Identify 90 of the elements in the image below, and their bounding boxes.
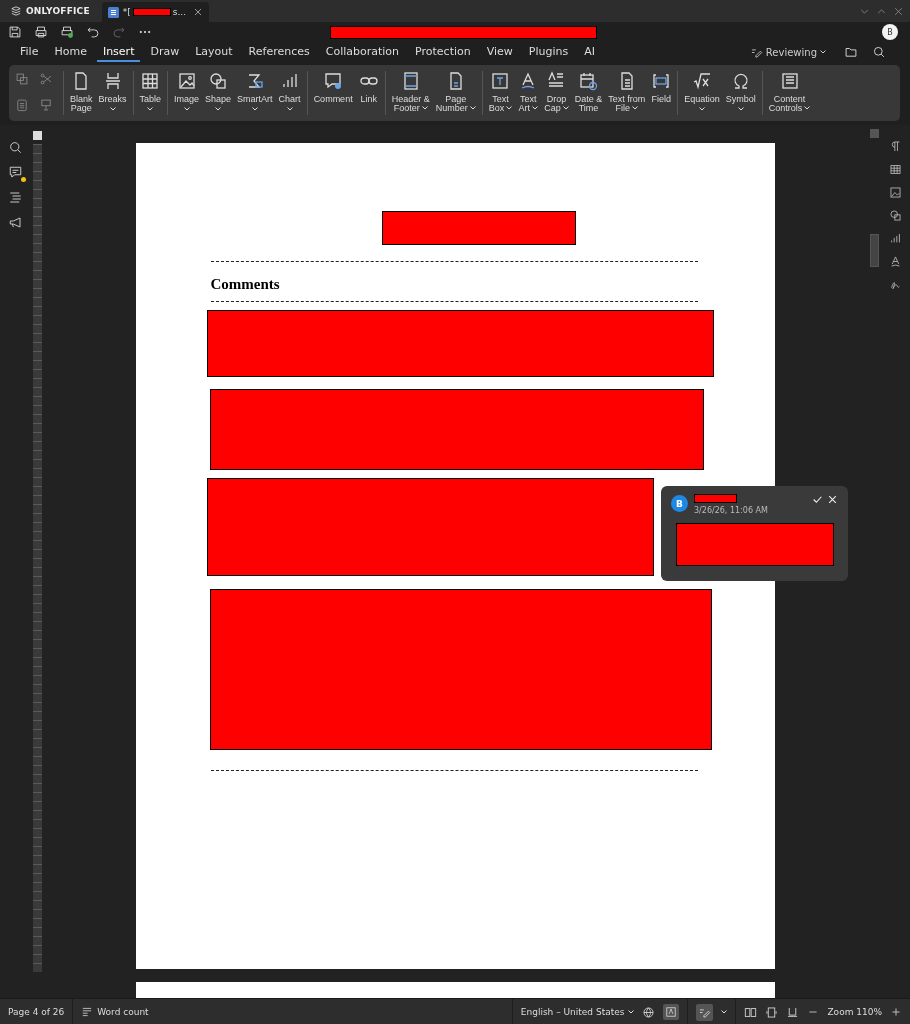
section-heading: Comments: [210, 276, 281, 293]
list-icon: [81, 1006, 94, 1018]
image-icon: [176, 71, 197, 91]
comment-avatar: B: [671, 495, 688, 512]
ribbon-button[interactable]: Comment: [310, 71, 356, 115]
table-icon: [888, 163, 902, 176]
clipboard-icon: [15, 98, 29, 112]
layers-icon: [10, 5, 22, 17]
ribbon-button[interactable]: Symbol: [722, 71, 759, 115]
close-icon: [827, 494, 838, 505]
ribbon-button[interactable]: Table: [136, 71, 165, 115]
ribbon-button[interactable]: Content Controls: [765, 71, 814, 115]
language-dropdown[interactable]: English – United States: [520, 1007, 635, 1017]
print-icon: [34, 25, 48, 39]
text-art-icon: [888, 255, 902, 268]
megaphone-icon: [7, 215, 23, 230]
menu-tab[interactable]: Plugins: [522, 42, 575, 62]
text-box-icon: [490, 71, 511, 91]
app-logo: ONLYOFFICE: [0, 0, 102, 22]
ribbon-button[interactable]: Drop Cap: [541, 71, 572, 115]
caret-icon: [820, 50, 826, 54]
scroll-up-button[interactable]: [869, 129, 879, 138]
ribbon-button[interactable]: Text from File: [605, 71, 649, 115]
content-controls-icon: [779, 71, 800, 91]
caret-icon: [628, 1010, 635, 1014]
caret-icon: [721, 1010, 728, 1014]
field-icon: [651, 71, 672, 91]
menu-tab[interactable]: View: [480, 42, 519, 62]
calendar-clock-icon: [578, 71, 599, 91]
user-avatar[interactable]: B: [882, 24, 898, 40]
comment-date: 3/26/26, 11:06 AM: [694, 506, 768, 515]
ribbon-button[interactable]: Breaks: [95, 71, 130, 115]
ribbon-button[interactable]: Text Box: [485, 71, 516, 115]
fit-page-icon: [765, 1005, 779, 1019]
ribbon-button[interactable]: Image: [171, 71, 203, 115]
close-button[interactable]: [827, 494, 838, 505]
folder-icon: [844, 45, 858, 59]
fit-width-icon: [786, 1005, 800, 1019]
ribbon-button[interactable]: Link: [355, 71, 382, 115]
globe-icon: [642, 1005, 656, 1019]
document-icon: [107, 6, 119, 18]
redaction-box: [694, 494, 737, 503]
menu-tab[interactable]: Home: [48, 42, 93, 62]
format-painter-icon: [39, 98, 53, 112]
image-icon: [888, 186, 902, 199]
page-indicator: Page 4 of 26: [8, 1007, 65, 1017]
menu-tab[interactable]: AI: [578, 42, 601, 62]
headings-icon: [7, 190, 23, 205]
table-icon: [140, 71, 161, 91]
reviewing-dropdown[interactable]: Reviewing: [749, 45, 826, 59]
spellcheck-icon: [665, 1006, 678, 1018]
menu-tab[interactable]: Draw: [144, 42, 186, 62]
undo-icon: [86, 25, 100, 39]
menu-tab[interactable]: Layout: [189, 42, 239, 62]
save-icon: [8, 25, 22, 39]
shape-icon: [208, 71, 229, 91]
search-icon: [872, 45, 886, 59]
ribbon-button[interactable]: SmartArt: [234, 71, 276, 115]
check-icon: [812, 494, 823, 505]
search-icon: [7, 140, 23, 155]
comment-icon: [323, 71, 344, 91]
zoom-level: Zoom 110%: [827, 1007, 882, 1017]
ribbon-button[interactable]: Date & Time: [571, 71, 606, 115]
quick-print-icon: [60, 25, 74, 39]
resolve-button[interactable]: [812, 494, 823, 505]
close-icon: [893, 5, 904, 17]
scissors-icon: [39, 72, 53, 86]
ribbon-button[interactable]: Shape: [202, 71, 235, 115]
square-root-icon: [692, 71, 712, 91]
ribbon-button[interactable]: Header & Footer: [388, 71, 433, 115]
close-icon: [192, 7, 203, 17]
word-count-button[interactable]: Word count: [81, 1006, 149, 1018]
multi-page-icon: [744, 1005, 758, 1019]
ribbon-button[interactable]: Text Art: [515, 71, 542, 115]
bar-chart-icon: [888, 232, 902, 245]
ribbon-button[interactable]: Field: [648, 71, 675, 115]
ribbon-button[interactable]: Blank Page: [67, 71, 96, 115]
ribbon-button[interactable]: Chart: [275, 71, 304, 115]
menu-tab[interactable]: Collaboration: [319, 42, 406, 62]
menu-tab[interactable]: Protection: [409, 42, 477, 62]
zoom-in-icon: [890, 1006, 902, 1018]
menu-tab[interactable]: File: [14, 42, 45, 62]
ribbon-button[interactable]: Equation: [681, 71, 723, 115]
menu-tab[interactable]: References: [242, 42, 316, 62]
comments-icon: [7, 165, 23, 180]
copy-icon: [15, 72, 29, 86]
redo-icon: [112, 25, 126, 39]
shape-icon: [888, 209, 902, 222]
ribbon-button[interactable]: Page Number: [432, 71, 479, 115]
scrollbar-thumb[interactable]: [869, 234, 879, 267]
